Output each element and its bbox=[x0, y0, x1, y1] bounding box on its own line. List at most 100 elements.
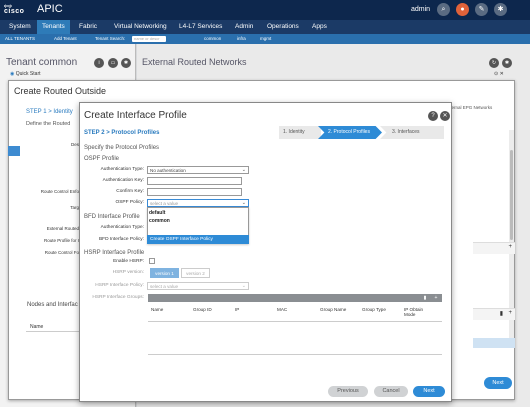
scrollbar-thumb[interactable] bbox=[510, 150, 513, 240]
tools-icon[interactable]: ✱ bbox=[502, 58, 512, 68]
column-header-group-type[interactable]: Group Type bbox=[362, 307, 386, 312]
subnav-tenant-search-label: Tenant Search: bbox=[95, 36, 126, 41]
gear-icon[interactable]: ✱ bbox=[494, 3, 507, 16]
routed-outside-label: External Routed bbox=[46, 226, 79, 231]
ospf-policy-label: OSPF Policy: bbox=[115, 200, 144, 205]
search-icon[interactable]: ⌕ bbox=[437, 3, 450, 16]
nav-l4-l7-services[interactable]: L4-L7 Services bbox=[174, 20, 227, 34]
subnav-all-tenants[interactable]: ALL TENANTS bbox=[5, 34, 35, 44]
nav-apps[interactable]: Apps bbox=[307, 20, 332, 34]
routed-outside-label: Route Control Enfo bbox=[40, 189, 79, 194]
column-header-ip[interactable]: IP bbox=[235, 307, 239, 312]
quick-start-icon: ◉ bbox=[10, 71, 15, 77]
external-routed-networks-title: External Routed Networks bbox=[142, 57, 247, 67]
routed-outside-label: Route Control Fo bbox=[44, 250, 79, 255]
refresh-icon[interactable]: ↻ bbox=[489, 58, 499, 68]
nav-system[interactable]: System bbox=[4, 20, 36, 34]
hsrp-policy-label: HSRP Interface Policy: bbox=[95, 283, 144, 288]
add-icon[interactable]: + bbox=[432, 294, 440, 302]
bell-icon[interactable]: ● bbox=[456, 3, 469, 16]
ospf-auth-key-input[interactable] bbox=[147, 177, 242, 185]
cisco-logo: ı|ııı|ı cisco bbox=[4, 3, 25, 16]
toolbar-icons[interactable]: ⊙ ✕ bbox=[494, 71, 504, 77]
routed-outside-step: STEP 1 > Identity bbox=[26, 109, 73, 115]
subnav-infra[interactable]: infra bbox=[237, 34, 246, 44]
top-header bbox=[0, 0, 530, 20]
hsrp-profile-section: HSRP Interface Profile bbox=[84, 250, 145, 256]
close-icon[interactable]: ✕ bbox=[440, 111, 450, 121]
delete-icon[interactable]: ▮ bbox=[421, 294, 429, 302]
cancel-button[interactable]: Cancel bbox=[374, 386, 408, 397]
chevron-down-icon: ⌄ bbox=[241, 200, 246, 206]
side-indicator bbox=[8, 146, 20, 156]
routed-outside-next-button[interactable]: Next bbox=[484, 377, 512, 389]
ospf-confirm-key-input[interactable] bbox=[147, 188, 242, 196]
hsrp-version-label: HSRP version: bbox=[112, 270, 144, 275]
hsrp-policy-select[interactable]: select a value ⌄ bbox=[147, 282, 249, 290]
ospf-policy-option-default[interactable]: default bbox=[149, 210, 165, 216]
routed-outside-define: Define the Routed bbox=[26, 121, 71, 127]
bfd-policy-label: BFD Interface Policy: bbox=[98, 237, 144, 242]
interface-profile-step: STEP 2 > Protocol Profiles bbox=[84, 130, 160, 136]
wrench-icon[interactable]: ✎ bbox=[475, 3, 488, 16]
name-column-header: Name bbox=[26, 322, 80, 332]
tenant-search-input[interactable]: name or descr bbox=[132, 36, 166, 42]
interface-profile-title: Create Interface Profile bbox=[84, 110, 187, 121]
routed-outside-tab-text: External EPG Networks bbox=[445, 105, 493, 110]
hsrp-groups-label: HSRP Interface Groups: bbox=[92, 295, 144, 300]
subnav-common[interactable]: common bbox=[204, 34, 221, 44]
specify-protocol-profiles: Specify the Protocol Profiles bbox=[84, 145, 160, 151]
hsrp-groups-table-body bbox=[148, 323, 442, 355]
right-table-row: + bbox=[473, 242, 515, 254]
routed-outside-label: Targ bbox=[70, 205, 79, 210]
tenant-title: Tenant common bbox=[6, 57, 78, 68]
bfd-profile-section: BFD Interface Profile bbox=[84, 214, 140, 220]
routed-outside-label: Route Profile for I bbox=[43, 238, 79, 243]
settings-icon[interactable]: ✱ bbox=[121, 58, 131, 68]
help-icon[interactable]: ? bbox=[428, 111, 438, 121]
ospf-confirm-key-label: Confirm Key: bbox=[116, 189, 144, 194]
info-icon[interactable]: i bbox=[94, 58, 104, 68]
ospf-auth-key-label: Authentication Key: bbox=[102, 178, 144, 183]
add-icon[interactable]: + bbox=[508, 310, 512, 316]
chevron-down-icon: ⌄ bbox=[241, 283, 246, 289]
nav-fabric[interactable]: Fabric bbox=[74, 20, 102, 34]
nav-tenants[interactable]: Tenants bbox=[37, 20, 70, 34]
ospf-auth-type-select[interactable]: No authentication ⌄ bbox=[147, 166, 249, 174]
column-header-mac[interactable]: MAC bbox=[277, 307, 287, 312]
right-table-row: ▮ + bbox=[473, 308, 515, 320]
ospf-policy-select[interactable]: select a value ⌄ bbox=[147, 199, 249, 207]
subnav-add-tenant[interactable]: Add Tenant bbox=[54, 34, 77, 44]
hsrp-version-2-button[interactable]: version 2 bbox=[181, 268, 210, 278]
hsrp-groups-table-header bbox=[148, 302, 442, 322]
enable-hsrp-label: Enable HSRP: bbox=[113, 259, 144, 264]
nav-admin[interactable]: Admin bbox=[230, 20, 258, 34]
folder-icon[interactable]: ▭ bbox=[108, 58, 118, 68]
delete-icon[interactable]: ▮ bbox=[500, 310, 503, 317]
wizard-step-identity[interactable]: 1. Identity bbox=[279, 126, 321, 139]
previous-button[interactable]: Previous bbox=[328, 386, 368, 397]
column-header-group-name[interactable]: Group Name bbox=[320, 307, 346, 312]
bfd-auth-type-label: Authentication Type: bbox=[100, 225, 144, 230]
ospf-policy-option-common[interactable]: common bbox=[149, 218, 170, 224]
user-menu[interactable]: admin bbox=[411, 6, 430, 13]
routed-outside-title: Create Routed Outside bbox=[14, 86, 107, 96]
routed-outside-label: Des bbox=[70, 142, 79, 147]
hsrp-groups-toolbar bbox=[148, 294, 442, 302]
ospf-auth-type-label: Authentication Type: bbox=[100, 167, 144, 172]
wizard-step-protocol-profiles[interactable]: 2. Protocol Profiles bbox=[318, 126, 382, 139]
column-header-name[interactable]: Name bbox=[151, 307, 163, 312]
subnav-mgmt[interactable]: mgmt bbox=[260, 34, 271, 44]
column-header-group-id[interactable]: Group ID bbox=[193, 307, 212, 312]
quick-start-link[interactable]: ◉ Quick Start bbox=[10, 71, 41, 77]
nav-virtual-networking[interactable]: Virtual Networking bbox=[109, 20, 172, 34]
wizard-step-interfaces[interactable]: 3. Interfaces bbox=[380, 126, 444, 139]
column-header-ip-obtain-mode[interactable]: IP Obtain Mode bbox=[404, 307, 434, 317]
nav-operations[interactable]: Operations bbox=[262, 20, 304, 34]
nodes-interfaces-label: Nodes and Interfac bbox=[27, 302, 78, 308]
create-ospf-interface-policy-option[interactable]: Create OSPF Interface Policy bbox=[147, 235, 249, 244]
enable-hsrp-checkbox[interactable] bbox=[149, 258, 155, 264]
hsrp-version-1-button[interactable]: version 1 bbox=[150, 268, 179, 278]
add-icon[interactable]: + bbox=[508, 244, 512, 250]
next-button[interactable]: Next bbox=[413, 386, 445, 397]
